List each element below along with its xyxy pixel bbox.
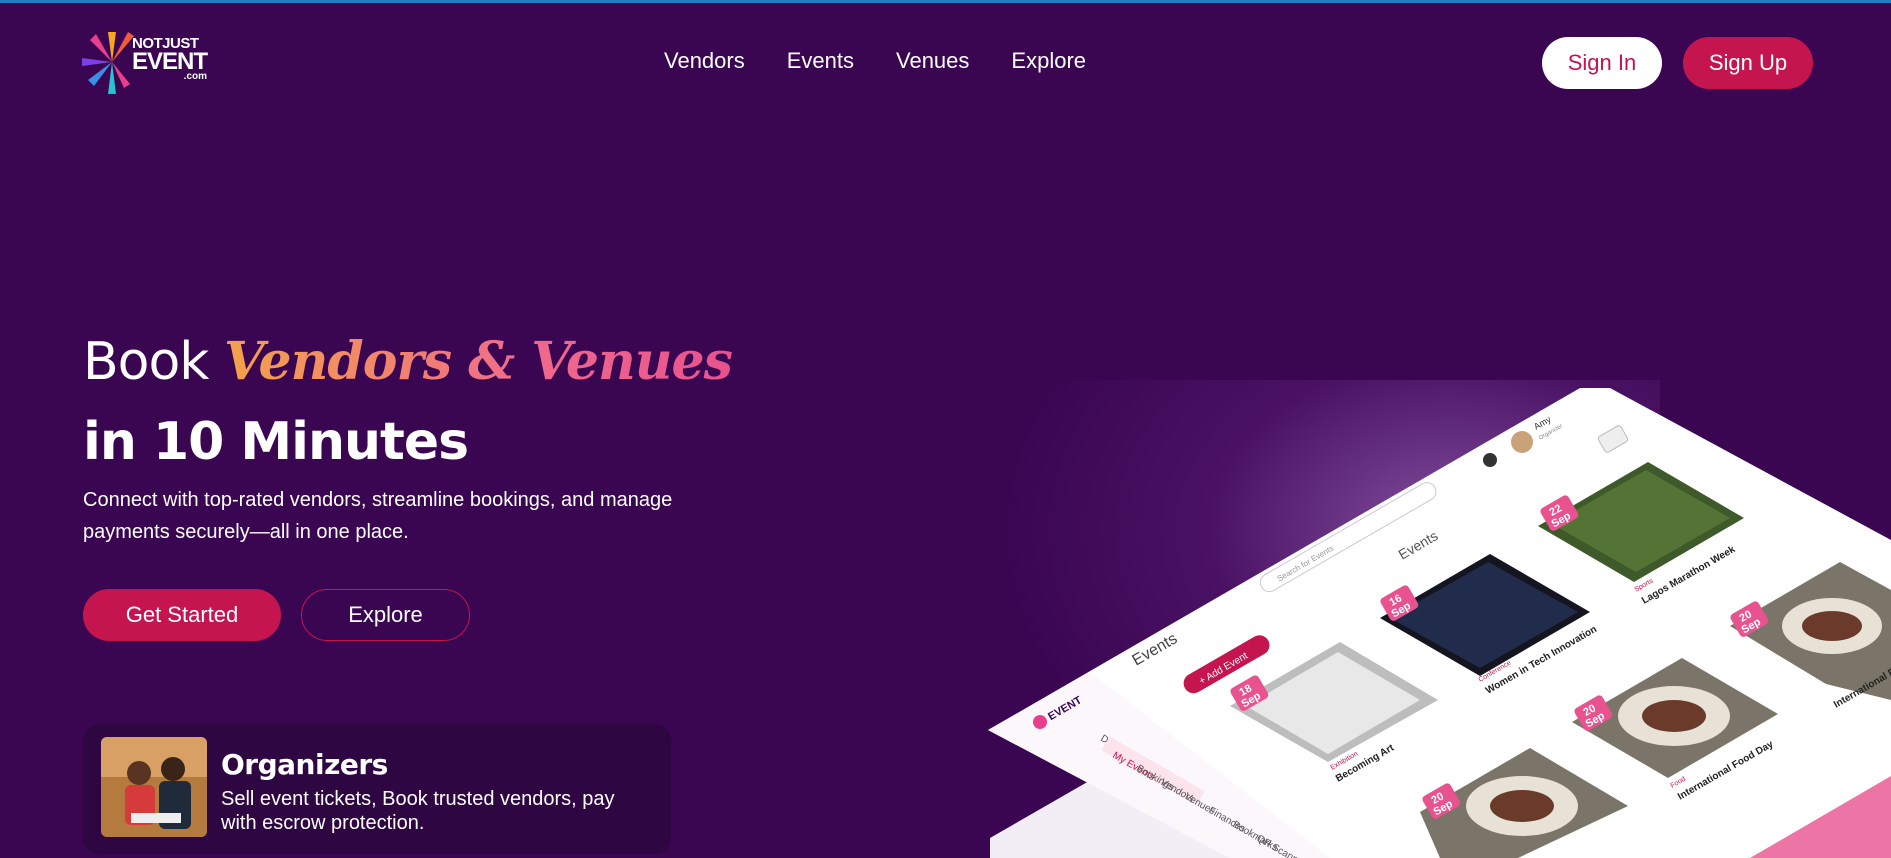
mockup-event-title-5: International Food Day	[1832, 647, 1891, 711]
hero-title-post: in 10 Minutes	[83, 412, 469, 472]
logo-wordmark: NOTJUST EVENT .com	[132, 36, 208, 82]
hero-title-pre: Book	[83, 332, 224, 392]
nav-vendors[interactable]: Vendors	[664, 48, 745, 74]
top-accent-line	[0, 0, 1891, 3]
organizer-photo	[101, 737, 207, 837]
hero-subtitle: Connect with top-rated vendors, streamli…	[83, 489, 673, 543]
mockup-bottom-strip	[1750, 776, 1891, 858]
svg-text:Food: Food	[1670, 776, 1687, 790]
svg-text:20: 20	[1737, 608, 1754, 625]
hero-title: Book Vendors & Venues in 10 Minutes	[83, 322, 783, 482]
svg-text:Sep: Sep	[1739, 616, 1763, 637]
sign-up-button[interactable]: Sign Up	[1683, 37, 1813, 89]
logo[interactable]: NOTJUST EVENT .com	[82, 22, 212, 102]
main-nav: Vendors Events Venues Explore	[664, 48, 1086, 74]
get-started-button[interactable]: Get Started	[83, 589, 281, 641]
nav-events[interactable]: Events	[787, 48, 854, 74]
organizer-description: Sell event tickets, Book trusted vendors…	[221, 788, 615, 834]
explore-button[interactable]: Explore	[301, 589, 470, 641]
nav-venues[interactable]: Venues	[896, 48, 969, 74]
mockup-event-title-3: International Food Day	[1676, 739, 1776, 803]
organizer-title: Organizers	[221, 748, 388, 781]
hero-title-accent: Vendors & Venues	[223, 331, 733, 392]
nav-explore[interactable]: Explore	[1011, 48, 1086, 74]
sign-in-button[interactable]: Sign In	[1542, 37, 1662, 89]
organizer-card[interactable]: Organizers Sell event tickets, Book trus…	[83, 724, 671, 854]
mockup-glow	[960, 380, 1660, 858]
